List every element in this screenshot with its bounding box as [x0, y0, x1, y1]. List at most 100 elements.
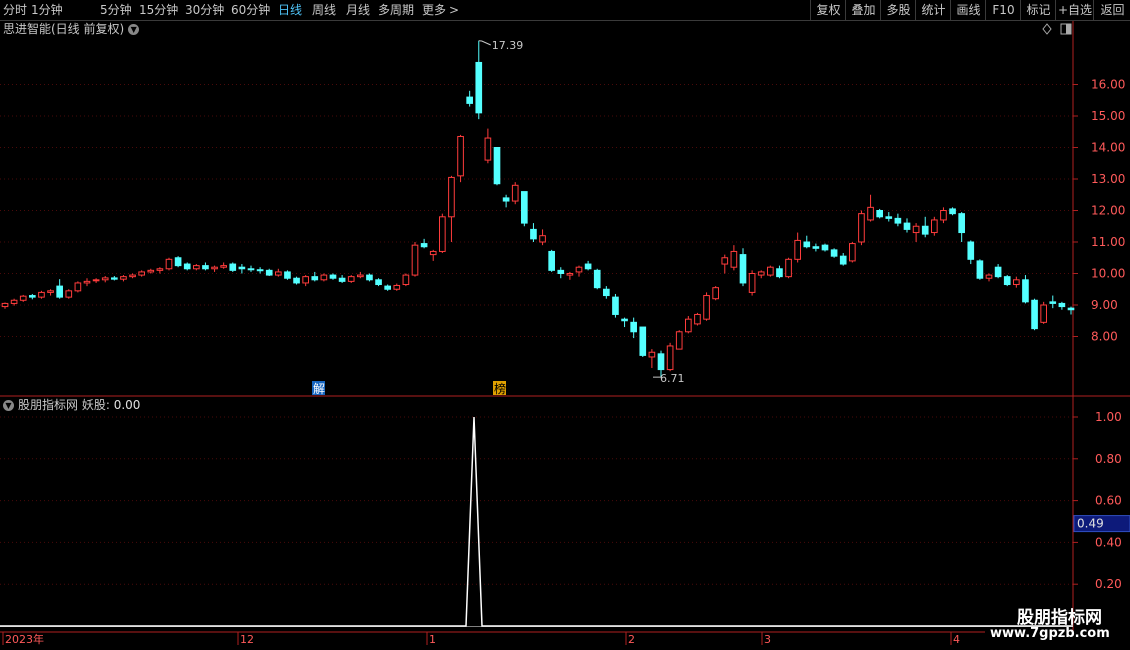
- candle-body: [174, 257, 182, 267]
- candle-body: [530, 228, 537, 240]
- candle-body: [703, 295, 710, 320]
- candle-body: [1, 302, 9, 308]
- candle-body: [794, 239, 801, 260]
- marker-jie[interactable]: 解: [313, 382, 325, 396]
- candle-body: [92, 279, 100, 282]
- candle-body: [657, 353, 665, 371]
- candle-body: [429, 250, 437, 256]
- candle-body: [894, 217, 902, 224]
- chart-canvas[interactable]: 17.396.71解榜 8.009.0010.0011.0012.0013.00…: [0, 0, 1130, 650]
- high-price-label: 17.39: [492, 39, 524, 52]
- candle-body: [448, 176, 455, 218]
- candle-body: [621, 318, 628, 322]
- candle-body: [65, 290, 73, 298]
- candle-body: [475, 61, 483, 114]
- candle-body: [612, 296, 619, 315]
- candle-body: [193, 265, 200, 270]
- candle-body: [757, 271, 765, 276]
- candle-body: [229, 263, 237, 271]
- candle-body: [994, 266, 1002, 278]
- candle-body: [311, 276, 319, 281]
- candle-body: [320, 274, 328, 281]
- candle-body: [1058, 302, 1066, 308]
- date-label: 4: [953, 633, 960, 646]
- candle-body: [111, 277, 118, 280]
- candle-body: [539, 235, 546, 243]
- candle-body: [56, 285, 63, 298]
- candle-body: [721, 257, 729, 265]
- diamond-icon[interactable]: [1042, 23, 1052, 35]
- date-label: 3: [764, 633, 771, 646]
- indicator-tick-label: 0.60: [1095, 494, 1122, 508]
- window-toggle-fill-icon: [1066, 24, 1071, 34]
- candle-body: [329, 274, 337, 279]
- price-tick-label: 13.00: [1091, 172, 1125, 186]
- candle-body: [685, 318, 692, 333]
- candle-body: [785, 258, 792, 278]
- candle-body: [347, 276, 355, 282]
- price-tick-label: 14.00: [1091, 141, 1125, 155]
- candle-body: [19, 295, 27, 301]
- current-value-label: 0.49: [1077, 517, 1104, 531]
- candle-body: [439, 216, 446, 252]
- candle-body: [648, 351, 656, 358]
- candle-body: [47, 290, 54, 293]
- candle-body: [675, 331, 683, 350]
- candle-body: [812, 246, 820, 249]
- candle-body: [821, 244, 829, 251]
- candle-body: [384, 285, 391, 290]
- candle-body: [338, 277, 346, 282]
- date-label: 2023年: [5, 632, 44, 646]
- candle-body: [967, 241, 975, 260]
- candle-body: [876, 210, 883, 218]
- candle-body: [165, 258, 173, 270]
- candle-body: [593, 269, 601, 289]
- candle-body: [712, 287, 719, 300]
- candle-body: [767, 266, 774, 276]
- candle-body: [156, 268, 164, 271]
- candle-body: [666, 345, 674, 371]
- candle-body: [211, 266, 218, 270]
- indicator-tick-label: 0.20: [1095, 577, 1122, 591]
- candle-body: [220, 265, 227, 268]
- candle-body: [138, 271, 145, 276]
- candle-body: [985, 274, 993, 279]
- candle-body: [247, 268, 255, 271]
- candle-body: [1022, 279, 1029, 303]
- candle-body: [849, 243, 856, 262]
- candle-body: [302, 276, 309, 284]
- candle-body: [502, 197, 510, 202]
- candle-body: [147, 269, 155, 273]
- date-label: 12: [240, 633, 254, 646]
- candle-body: [1003, 276, 1011, 286]
- candle-body: [402, 274, 410, 286]
- candle-body: [357, 274, 364, 278]
- candle-body: [858, 213, 865, 243]
- candle-body: [101, 277, 109, 281]
- candle-body: [375, 279, 382, 286]
- candle-body: [921, 225, 929, 235]
- watermark-text: 股朋指标网: [1017, 608, 1102, 628]
- candle-body: [511, 184, 519, 202]
- candle-body: [256, 269, 264, 272]
- candle-body: [29, 295, 36, 298]
- candle-body: [912, 225, 920, 234]
- candle-body: [284, 271, 291, 279]
- candle-body: [949, 208, 956, 215]
- candle-body: [830, 249, 838, 257]
- candle-body: [730, 250, 738, 268]
- indicator-tick-label: 0.40: [1095, 535, 1122, 549]
- marker-bang[interactable]: 榜: [494, 381, 506, 396]
- candle-body: [420, 243, 428, 248]
- low-price-label: 6.71: [660, 372, 685, 385]
- candle-body: [457, 135, 464, 177]
- candle-body: [566, 273, 574, 276]
- candle-body: [803, 241, 811, 248]
- candle-body: [839, 255, 847, 265]
- candle-body: [739, 254, 747, 284]
- price-tick-label: 9.00: [1091, 298, 1118, 312]
- candle-body: [366, 274, 373, 281]
- price-tick-label: 16.00: [1091, 78, 1125, 92]
- candle-body: [694, 313, 701, 325]
- candle-body: [493, 147, 501, 185]
